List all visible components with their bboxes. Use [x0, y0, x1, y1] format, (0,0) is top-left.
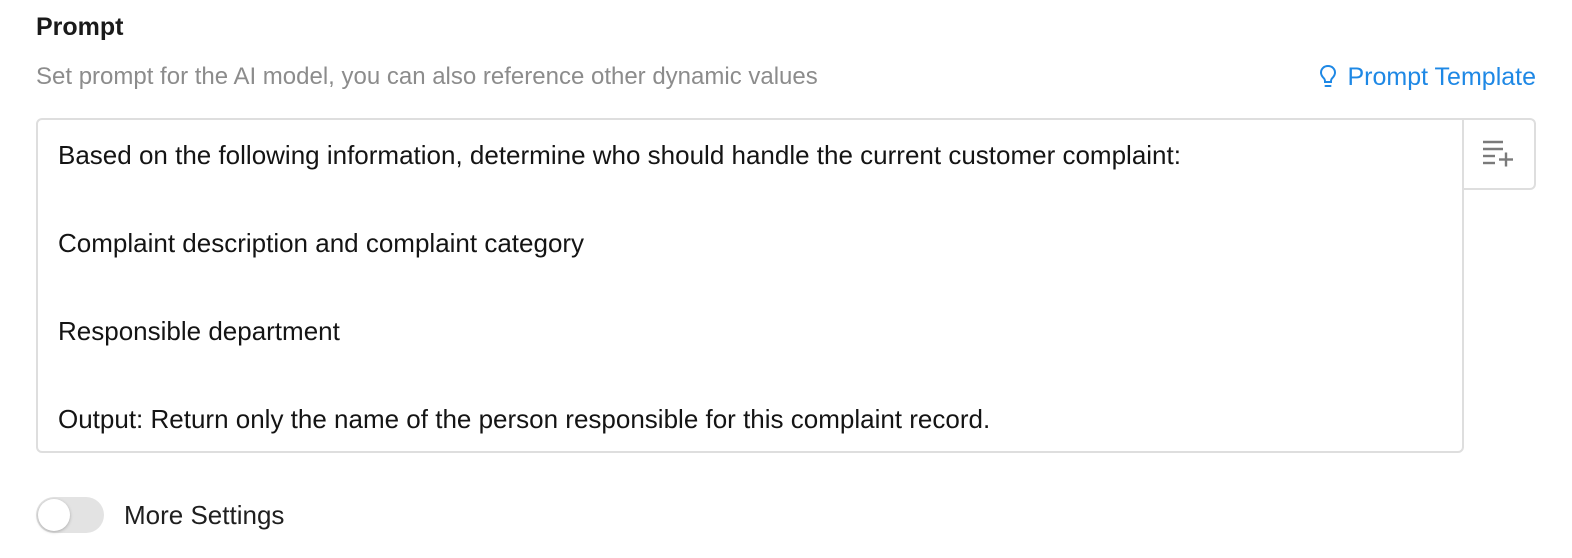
prompt-line: Complaint description and complaint cate…	[58, 228, 585, 258]
prompt-line: Responsible department	[58, 316, 340, 346]
prompt-description: Set prompt for the AI model, you can als…	[36, 63, 818, 90]
prompt-line: Based on the following information, dete…	[58, 140, 1181, 170]
prompt-editor[interactable]: Based on the following information, dete…	[36, 118, 1464, 453]
more-settings-label: More Settings	[124, 500, 285, 530]
prompt-template-link[interactable]: Prompt Template	[1319, 60, 1536, 94]
prompt-line: Output: Return only the name of the pers…	[58, 404, 991, 434]
prompt-editor-container: Based on the following information, dete…	[36, 118, 1536, 453]
insert-variable-button[interactable]	[1462, 118, 1536, 192]
toggle-knob	[38, 499, 70, 531]
prompt-description-row: Set prompt for the AI model, you can als…	[36, 60, 1536, 94]
prompt-title: Prompt	[36, 13, 124, 41]
lightbulb-icon	[1319, 64, 1337, 90]
insert-variable-icon	[1481, 137, 1515, 172]
more-settings-row: More Settings	[36, 496, 284, 534]
prompt-template-label: Prompt Template	[1347, 63, 1536, 91]
more-settings-toggle[interactable]	[36, 497, 104, 533]
